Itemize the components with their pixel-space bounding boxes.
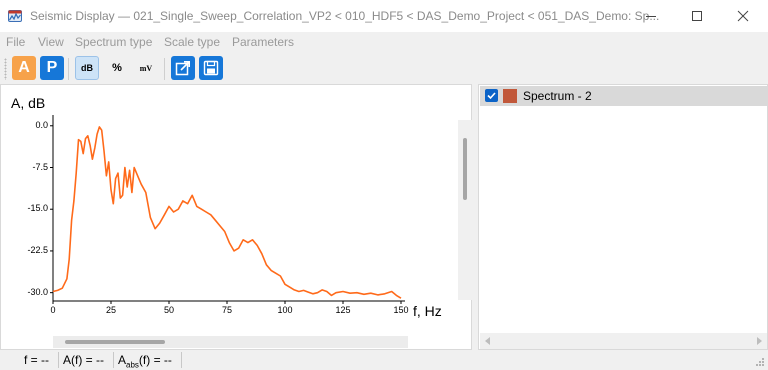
phase-button[interactable]: P — [40, 56, 64, 80]
scroll-left-icon[interactable] — [484, 337, 492, 345]
spectrum-plot-panel[interactable]: A, dB f, Hz 0.0 -7.5 -15.0 -22.5 -30.0 0 25 50 7… — [0, 84, 472, 350]
menu-spectrum-type[interactable]: Spectrum type — [75, 35, 152, 49]
title-bar: Seismic Display — 021_Single_Sweep_Corre… — [0, 0, 768, 32]
resize-grip-icon[interactable] — [755, 357, 765, 367]
status-separator — [58, 352, 59, 368]
app-icon — [8, 10, 22, 22]
maximize-icon — [692, 11, 702, 21]
scroll-right-icon[interactable] — [755, 337, 763, 345]
toolbar-separator — [68, 58, 69, 80]
plot-horizontal-scroll-thumb[interactable] — [65, 340, 165, 344]
save-image-icon — [203, 60, 219, 76]
close-button[interactable] — [720, 0, 766, 32]
toolbar: A P dB % mV — [0, 52, 768, 84]
status-amplitude: A(f) = -- — [63, 353, 104, 367]
spectrum-chart[interactable] — [1, 85, 471, 349]
status-abs-amplitude: Aabs(f) = -- — [118, 353, 172, 369]
menu-bar: File View Spectrum type Scale type Param… — [0, 32, 768, 52]
scale-db-button[interactable]: dB — [75, 56, 99, 80]
menu-scale-type[interactable]: Scale type — [164, 35, 220, 49]
checkmark-icon — [487, 92, 496, 100]
legend-color-swatch — [503, 89, 517, 103]
minimize-icon — [646, 16, 656, 17]
toolbar-grip — [4, 58, 7, 80]
maximize-button[interactable] — [674, 0, 720, 32]
legend-horizontal-scrollbar[interactable] — [480, 333, 767, 349]
scale-percent-button[interactable]: % — [105, 56, 129, 80]
status-abs-suffix: (f) = -- — [138, 353, 172, 367]
status-bar: f = -- A(f) = -- Aabs(f) = -- — [0, 350, 768, 370]
spectrum-line — [52, 126, 402, 299]
amplitude-button[interactable]: A — [12, 56, 36, 80]
status-abs-subscript: abs — [126, 360, 139, 370]
plot-vertical-scroll-thumb[interactable] — [463, 138, 467, 200]
window-title: Seismic Display — 021_Single_Sweep_Corre… — [30, 9, 660, 23]
menu-parameters[interactable]: Parameters — [232, 35, 294, 49]
legend-label: Spectrum - 2 — [523, 89, 592, 103]
export-button[interactable] — [171, 56, 195, 80]
legend-item-spectrum-2[interactable]: Spectrum - 2 — [480, 86, 767, 106]
minimize-button[interactable] — [628, 0, 674, 32]
status-separator — [113, 352, 114, 368]
close-icon — [737, 10, 749, 22]
plot-horizontal-scrollbar[interactable] — [53, 336, 408, 348]
legend-checkbox[interactable] — [485, 89, 498, 102]
menu-view[interactable]: View — [38, 35, 64, 49]
status-separator — [181, 352, 182, 368]
plot-vertical-scrollbar[interactable] — [458, 120, 472, 300]
save-image-button[interactable] — [199, 56, 223, 80]
toolbar-separator — [164, 58, 165, 80]
status-frequency: f = -- — [24, 353, 50, 367]
status-abs-prefix: A — [118, 353, 127, 367]
menu-file[interactable]: File — [6, 35, 25, 49]
external-link-icon — [175, 60, 190, 76]
scale-mv-button[interactable]: mV — [134, 56, 158, 80]
legend-panel: Spectrum - 2 — [478, 84, 768, 350]
